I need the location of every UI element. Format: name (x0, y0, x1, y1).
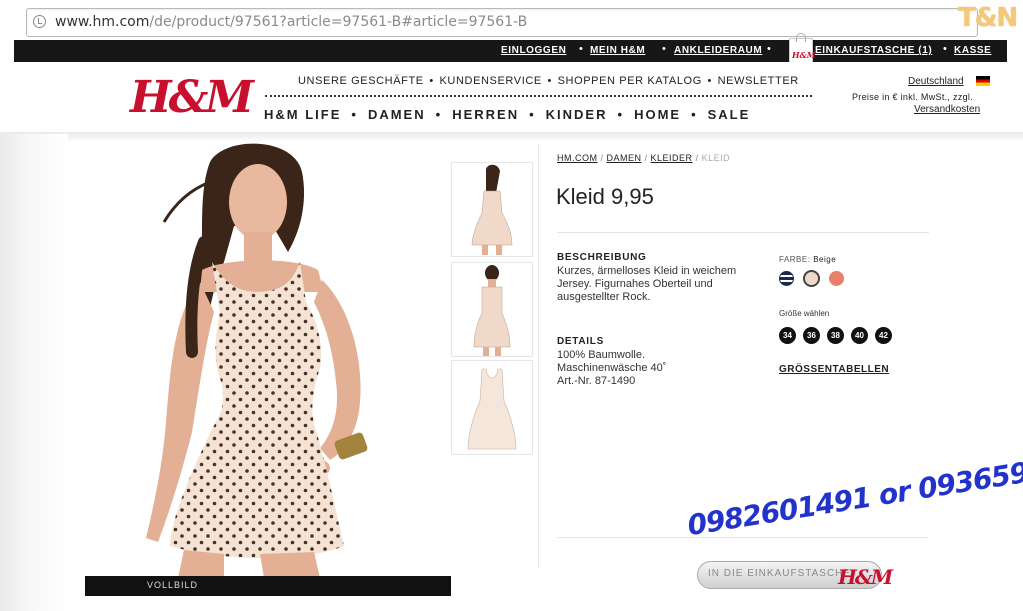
description-heading: BESCHREIBUNG (557, 252, 647, 263)
german-flag-icon[interactable] (976, 76, 990, 86)
nav-sale[interactable]: SALE (708, 107, 751, 122)
product-main-image[interactable] (74, 142, 452, 578)
separator-dot: • (767, 43, 771, 55)
size-chart-link[interactable]: GRÖSSENTABELLEN (779, 364, 889, 375)
separator-dot: • (943, 43, 947, 55)
product-title: Kleid 9,95 (556, 184, 654, 209)
thumbnail-flat[interactable] (451, 360, 533, 455)
url-text: www.hm.com/de/product/97561?article=9756… (55, 14, 528, 30)
login-link[interactable]: EINLOGGEN (501, 45, 566, 56)
model-illustration (74, 142, 452, 578)
details-text: 100% Baumwolle. Maschinenwäsche 40˚ Art.… (557, 349, 667, 387)
nav-divider (265, 95, 812, 97)
swatch-coral[interactable] (829, 271, 844, 286)
thumbnail-back[interactable] (451, 262, 533, 357)
separator-dot: • (662, 43, 666, 55)
secondary-nav: UNSERE GESCHÄFTE • KUNDENSERVICE • SHOPP… (298, 75, 799, 87)
fitting-room-link[interactable]: ANKLEIDERAUM (674, 45, 762, 56)
breadcrumb-damen[interactable]: DAMEN (607, 153, 642, 163)
price-note: Preise in € inkl. MwSt., zzgl. (852, 92, 974, 102)
breadcrumb-current: KLEID (701, 153, 731, 163)
thumbnail-image (473, 265, 511, 356)
nav-customer-service[interactable]: KUNDENSERVICE (440, 75, 542, 87)
size-36[interactable]: 36 (803, 327, 820, 344)
size-34[interactable]: 34 (779, 327, 796, 344)
size-38[interactable]: 38 (827, 327, 844, 344)
nav-newsletter[interactable]: NEWSLETTER (718, 75, 799, 87)
fullscreen-bar[interactable]: VOLLBILD (85, 576, 451, 596)
details-heading: DETAILS (557, 336, 604, 347)
hm-logo[interactable]: H&M (130, 76, 254, 120)
size-40[interactable]: 40 (851, 327, 868, 344)
checkout-link[interactable]: KASSE (954, 45, 991, 56)
nav-home[interactable]: HOME (634, 107, 681, 122)
address-bar[interactable]: www.hm.com/de/product/97561?article=9756… (26, 8, 978, 37)
nav-hm-life[interactable]: H&M LIFE (264, 107, 341, 122)
breadcrumb-kleider[interactable]: KLEIDER (651, 153, 693, 163)
globe-icon (33, 15, 46, 28)
account-bar: EINLOGGEN • MEIN H&M • ANKLEIDERAUM • EI… (14, 40, 1007, 62)
nav-catalog[interactable]: SHOPPEN PER KATALOG (558, 75, 702, 87)
thumbnail-image (471, 164, 513, 255)
watermark-logo: T&N (958, 3, 1018, 33)
header-shadow (0, 132, 1023, 142)
phone-watermark: 0982601491 or 0936595990 (685, 444, 1023, 543)
size-label: Größe wählen (779, 309, 830, 318)
color-label: FARBE: Beige (779, 255, 837, 264)
main-nav: H&M LIFE • DAMEN • HERREN • KINDER • HOME • SALE (264, 107, 751, 122)
thumbnail-front[interactable] (451, 162, 533, 257)
nav-stores[interactable]: UNSERE GESCHÄFTE (298, 75, 424, 87)
breadcrumb-hm[interactable]: HM.COM (557, 153, 598, 163)
nav-kinder[interactable]: KINDER (546, 107, 608, 122)
thumbnail-image (467, 368, 517, 450)
color-value: Beige (813, 255, 837, 264)
shopping-bag-link[interactable]: EINKAUFSTASCHE (1) (815, 45, 932, 56)
description-text: Kurzes, ärmelloses Kleid in weichem Jers… (557, 265, 737, 303)
swatch-beige[interactable] (803, 270, 820, 287)
column-divider (538, 144, 539, 569)
country-link[interactable]: Deutschland (908, 76, 964, 87)
swatch-navy[interactable] (779, 271, 794, 286)
separator-dot: • (579, 43, 583, 55)
divider (557, 232, 929, 233)
nav-damen[interactable]: DAMEN (368, 107, 426, 122)
nav-herren[interactable]: HERREN (452, 107, 519, 122)
shipping-costs-link[interactable]: Versandkosten (914, 104, 980, 115)
breadcrumb: HM.COM / DAMEN / KLEIDER / KLEID (557, 153, 731, 163)
overlay-logo: H&M (838, 565, 893, 589)
my-hm-link[interactable]: MEIN H&M (590, 45, 645, 56)
size-42[interactable]: 42 (875, 327, 892, 344)
page-gutter (0, 134, 68, 611)
